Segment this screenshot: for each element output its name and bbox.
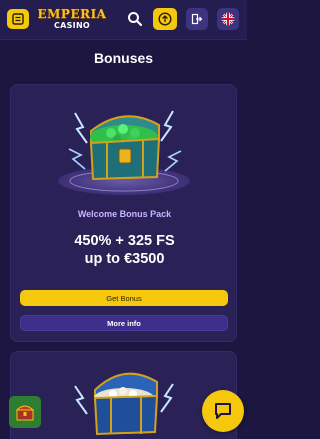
get-bonus-button[interactable]: Get Bonus bbox=[20, 290, 228, 306]
menu-icon bbox=[12, 13, 24, 25]
logo-main-text: EMPERIA bbox=[37, 7, 107, 21]
bonus-card: Welcome Bonus Pack 450% + 325 FS up to €… bbox=[10, 84, 237, 342]
chat-button[interactable] bbox=[202, 390, 244, 432]
treasure-chest-pearls-icon bbox=[74, 372, 174, 436]
promo-icon bbox=[158, 12, 172, 26]
search-icon bbox=[128, 12, 143, 27]
top-header: EMPERIA CASINO bbox=[0, 0, 247, 40]
login-icon bbox=[191, 13, 203, 25]
chat-icon bbox=[215, 403, 231, 419]
login-button[interactable] bbox=[186, 8, 208, 30]
page-title: Bonuses bbox=[93, 50, 154, 66]
logo-sub-text: CASINO bbox=[53, 21, 91, 30]
bonus-card bbox=[10, 351, 237, 439]
menu-button[interactable] bbox=[7, 9, 29, 29]
promo-button[interactable] bbox=[153, 8, 177, 30]
emperia-logo[interactable]: EMPERIA CASINO bbox=[31, 7, 113, 35]
bonus-chest-button[interactable] bbox=[9, 396, 41, 428]
bonus-offer-line2: up to €3500 bbox=[84, 251, 165, 267]
search-button[interactable] bbox=[127, 11, 143, 27]
treasure-chest-icon bbox=[15, 405, 35, 421]
language-button[interactable] bbox=[217, 8, 239, 30]
treasure-chest-emeralds-icon bbox=[58, 110, 190, 195]
bonus-subtitle: Welcome Bonus Pack bbox=[77, 209, 172, 219]
more-info-button[interactable]: More info bbox=[20, 315, 228, 331]
uk-flag-icon bbox=[221, 12, 235, 26]
bonus-offer-line1: 450% + 325 FS bbox=[74, 233, 175, 249]
bonus-offer: 450% + 325 FS up to €3500 bbox=[11, 232, 238, 268]
